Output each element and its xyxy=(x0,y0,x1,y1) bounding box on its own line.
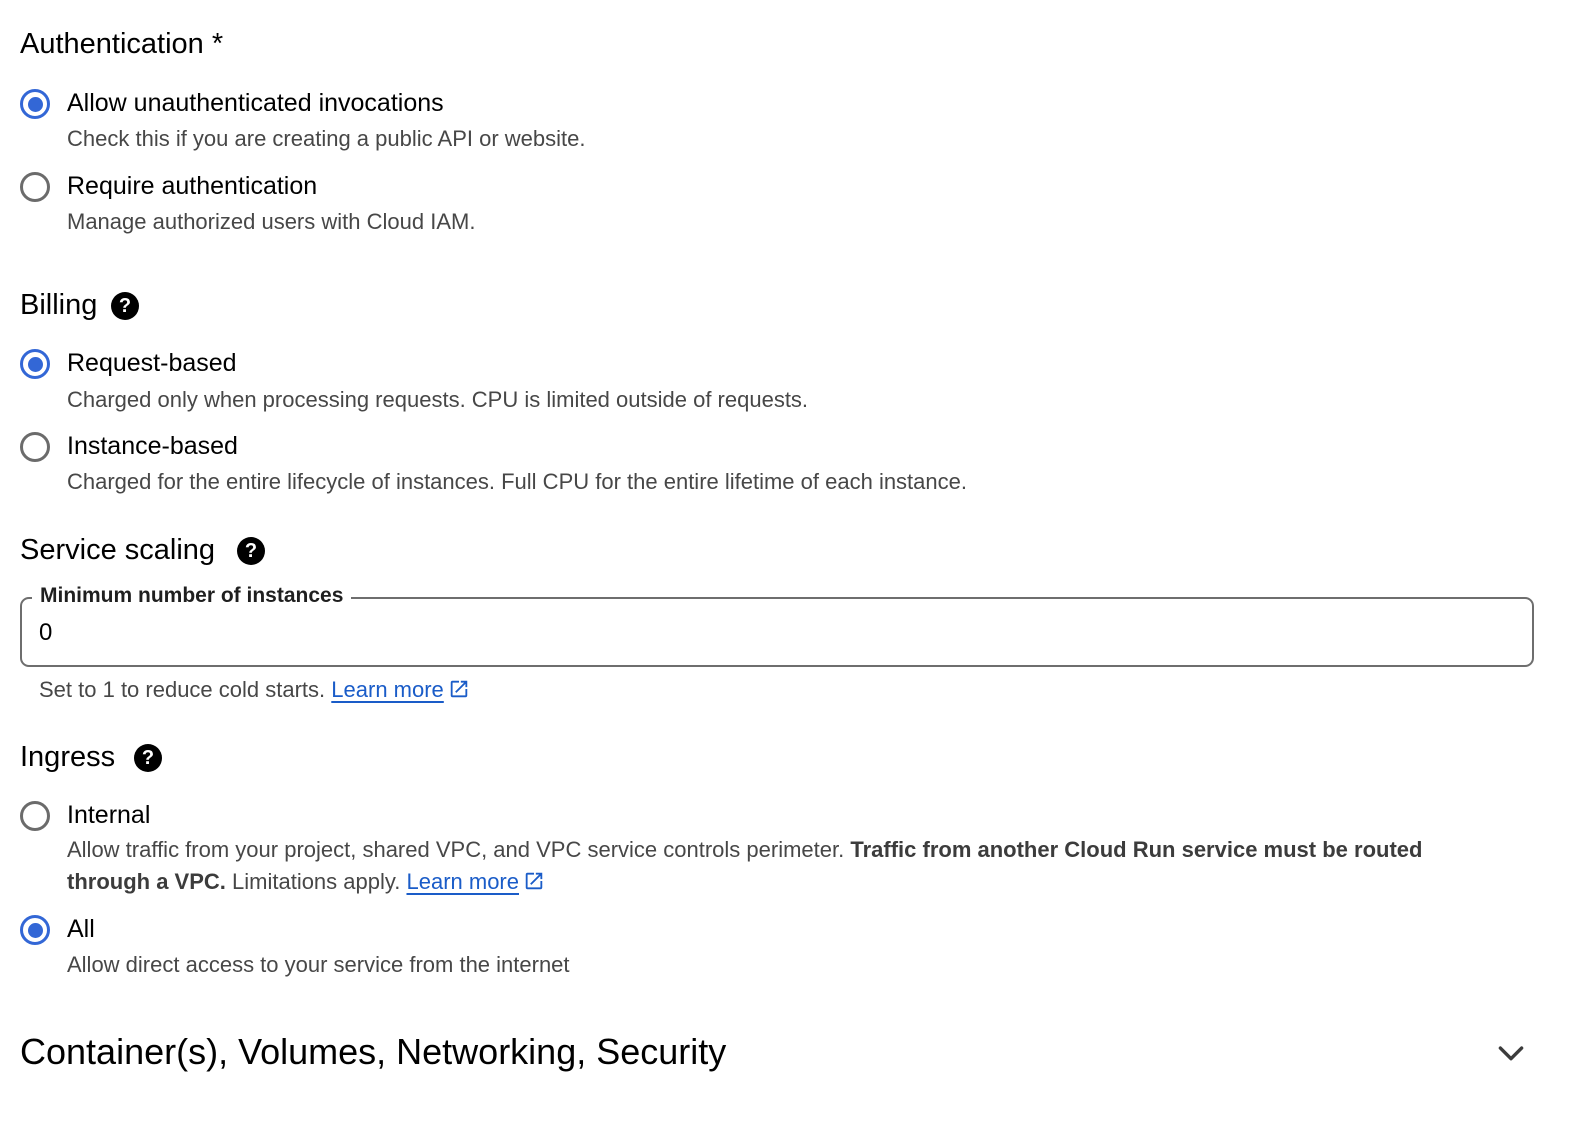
service-scaling-title: Service scaling xyxy=(20,534,216,566)
ingress-help-icon[interactable]: ? xyxy=(134,744,162,772)
min-instances-hint: Set to 1 to reduce cold starts. Learn mo… xyxy=(39,678,470,701)
internal-description-end: Limitations apply. xyxy=(232,869,401,894)
option-label-allow-unauthenticated: Allow unauthenticated invocations xyxy=(67,89,444,117)
radio-internal[interactable] xyxy=(20,801,50,831)
internal-description-text: Allow traffic from your project, shared … xyxy=(67,837,845,862)
external-link-icon[interactable] xyxy=(523,870,545,892)
option-label-internal: Internal xyxy=(67,801,151,829)
option-label-all: All xyxy=(67,915,95,943)
radio-request-based[interactable] xyxy=(20,349,50,379)
ingress-title: Ingress xyxy=(20,741,116,773)
min-instances-hint-text: Set to 1 to reduce cold starts. xyxy=(39,677,326,702)
billing-title: Billing xyxy=(20,289,98,321)
option-description-request-based: Charged only when processing requests. C… xyxy=(67,387,809,412)
option-description-require-authentication: Manage authorized users with Cloud IAM. xyxy=(67,209,476,234)
radio-instance-based[interactable] xyxy=(20,432,50,462)
option-description-all: Allow direct access to your service from… xyxy=(67,952,570,977)
radio-allow-unauthenticated[interactable] xyxy=(20,89,50,119)
min-instances-label: Minimum number of instances xyxy=(32,585,352,606)
external-link-icon[interactable] xyxy=(448,678,470,700)
billing-help-icon[interactable]: ? xyxy=(111,292,139,320)
option-label-request-based: Request-based xyxy=(67,349,237,377)
option-description-internal: Allow traffic from your project, shared … xyxy=(67,834,1507,898)
option-description-allow-unauthenticated: Check this if you are creating a public … xyxy=(67,126,586,151)
min-instances-learn-more-link[interactable]: Learn more xyxy=(331,677,444,702)
min-instances-input[interactable] xyxy=(39,619,1499,647)
authentication-title: Authentication * xyxy=(20,28,224,60)
min-instances-field[interactable] xyxy=(20,597,1534,667)
service-scaling-help-icon[interactable]: ? xyxy=(237,537,265,565)
internal-learn-more-link[interactable]: Learn more xyxy=(406,869,519,894)
chevron-down-icon[interactable] xyxy=(1494,1036,1528,1070)
option-description-instance-based: Charged for the entire lifecycle of inst… xyxy=(67,469,967,494)
advanced-section-title: Container(s), Volumes, Networking, Secur… xyxy=(20,1031,727,1072)
radio-all[interactable] xyxy=(20,915,50,945)
option-label-require-authentication: Require authentication xyxy=(67,172,318,200)
option-label-instance-based: Instance-based xyxy=(67,432,238,460)
radio-require-authentication[interactable] xyxy=(20,172,50,202)
advanced-section-header[interactable]: Container(s), Volumes, Networking, Secur… xyxy=(0,1025,1590,1081)
